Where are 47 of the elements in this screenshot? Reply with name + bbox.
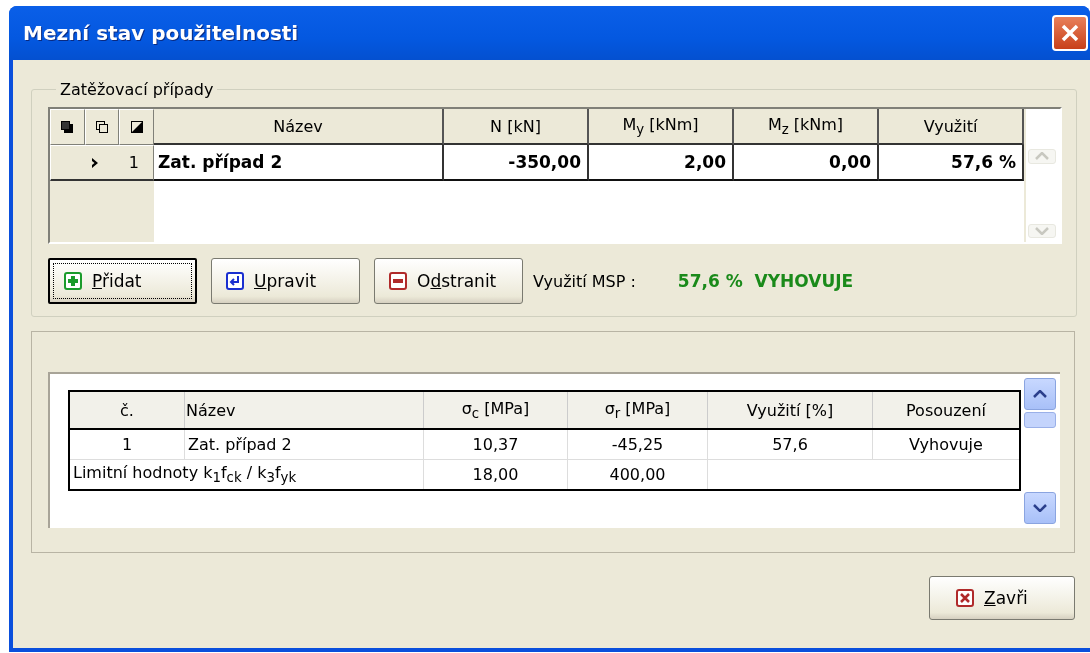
group-title: Zatěžovací případy — [59, 80, 215, 99]
outline-squares-icon — [96, 121, 108, 133]
table-cell: Limitní hodnoty k$_{1}$f$_{ck}$ / k$_{3}$f$_{yk}$ — [69, 459, 424, 490]
table-cell: Zat. případ 2 — [184, 429, 424, 460]
table-cell: 57,6 — [707, 429, 873, 460]
table-cell: 1 — [69, 429, 185, 460]
chevron-down-icon — [1035, 226, 1049, 235]
close-button[interactable] — [1052, 15, 1088, 51]
chevron-down-icon — [1033, 504, 1047, 512]
copy-button[interactable] — [84, 109, 120, 145]
select-all-button[interactable] — [50, 109, 85, 145]
row-number: 1 — [128, 153, 139, 172]
table-cell: -45,25 — [567, 429, 708, 460]
table-cell: Vyhovuje — [872, 429, 1020, 460]
table-cell: 18,00 — [423, 459, 568, 490]
plus-icon — [64, 272, 82, 290]
minus-icon — [389, 272, 407, 290]
invert-button[interactable] — [119, 109, 154, 145]
table-cell: 400,00 — [567, 459, 708, 490]
scroll-thumb[interactable] — [1024, 412, 1056, 428]
half-square-icon — [130, 121, 143, 133]
column-header: Využití [%] — [707, 391, 873, 429]
column-header: č. — [69, 391, 185, 429]
column-header: Posouzení — [872, 391, 1020, 429]
filled-squares-icon — [61, 121, 74, 133]
table-cell: 10,37 — [423, 429, 568, 460]
table-cell: 0,00 — [734, 145, 879, 181]
utilization-label: Využití MSP : — [533, 271, 636, 291]
utilization-result: 57,6 % VYHOVUJE — [677, 271, 854, 291]
table-cell: 2,00 — [589, 145, 734, 181]
close-icon — [956, 588, 974, 607]
table-cell: Zat. případ 2 — [154, 145, 444, 181]
close-icon — [1059, 22, 1081, 44]
add-button[interactable]: Přidat — [48, 258, 197, 304]
column-header: Název — [184, 391, 424, 429]
table-cell: -350,00 — [444, 145, 589, 181]
chevron-up-icon — [1033, 390, 1047, 398]
column-header: σ$_{c}$ [MPa] — [423, 391, 568, 429]
remove-button[interactable]: Odstranit — [374, 258, 523, 304]
edit-button[interactable]: Upravit — [211, 258, 360, 304]
window-title: Mezní stav použitelnosti — [23, 21, 299, 45]
close-dialog-button[interactable]: Zavři — [929, 575, 1075, 620]
column-header: σ$_{r}$ [MPa] — [567, 391, 708, 429]
scroll-down-button[interactable] — [1024, 492, 1056, 524]
scroll-up-button[interactable] — [1024, 378, 1056, 410]
table-cell: 57,6 % — [879, 145, 1024, 181]
chevron-up-icon — [1035, 152, 1049, 161]
